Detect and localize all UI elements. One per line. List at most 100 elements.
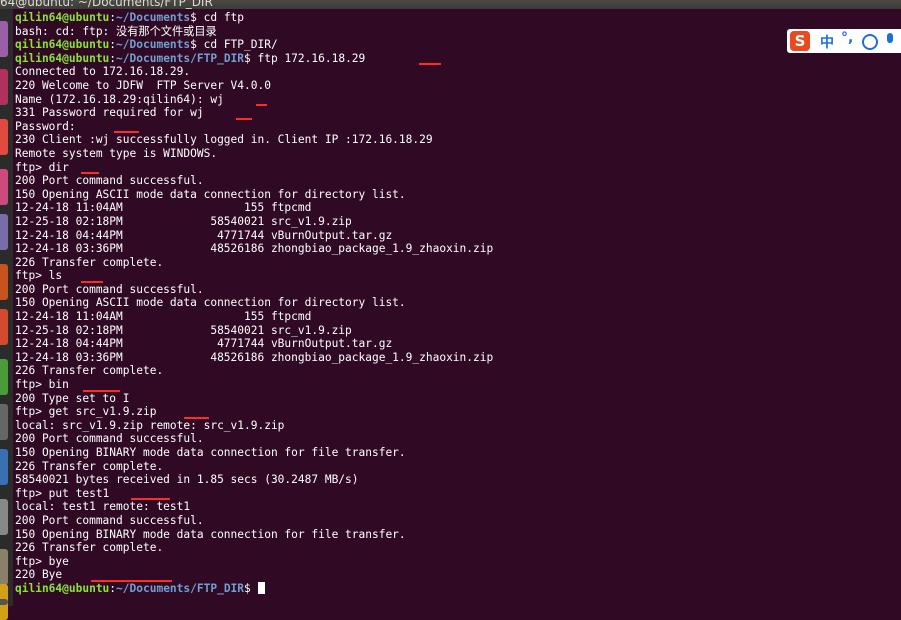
ime-toolbar[interactable]: S 中 °, (787, 29, 901, 53)
launcher-app-icon[interactable] (0, 359, 8, 395)
output-text: ftp> get src_v1.9.zip (15, 405, 157, 419)
launcher-app-icon[interactable] (0, 264, 8, 300)
output-line: ftp> bye (15, 555, 901, 569)
output-line: 200 Port command successful. (15, 432, 901, 446)
output-text: bash: cd: ftp: 没有那个文件或目录 (15, 24, 217, 38)
output-text: 230 Client :wj successfully logged in. C… (15, 133, 433, 147)
prompt-user: qilin64@ubuntu (15, 38, 110, 52)
window-titlebar[interactable]: 64@ubuntu: ~/Documents/FTP_DIR (0, 0, 901, 9)
terminal-output[interactable]: qilin64@ubuntu:~/Documents$ cd ftp bash: … (15, 11, 901, 606)
prompt-user: qilin64@ubuntu (15, 11, 110, 24)
launcher-app-icon[interactable] (0, 404, 8, 440)
output-text: ftp> bin (15, 378, 69, 392)
prompt-line: qilin64@ubuntu:~/Documents$ cd ftp (15, 11, 901, 25)
output-text: 150 Opening ASCII mode data connection f… (15, 187, 406, 201)
output-text: ftp> dir (15, 160, 69, 174)
output-line: 200 Port command successful. (15, 174, 901, 188)
output-text: 12-24-18 11:04AM 155 ftpcmd (15, 201, 312, 215)
launcher-app-icon[interactable] (0, 69, 8, 105)
output-line: ftp> dir (15, 161, 901, 175)
prompt-command: $ cd FTP_DIR/ (190, 38, 278, 52)
output-text: 331 Password required for wj (15, 106, 204, 120)
output-line: 200 Type set to I (15, 392, 901, 406)
output-text: 200 Port command successful. (15, 174, 204, 188)
output-line: local: test1 remote: test1 (15, 500, 901, 514)
ime-mode-chinese[interactable]: 中 (820, 32, 834, 52)
output-text: 200 Port command successful. (15, 513, 204, 527)
output-text: 12-24-18 11:04AM 155 ftpcmd (15, 310, 312, 324)
launcher-app-icon[interactable] (0, 449, 8, 485)
output-line: 12-25-18 02:18PM 58540021 src_v1.9.zip (15, 215, 901, 229)
output-text: Password: (15, 119, 76, 133)
launcher-app-icon[interactable] (0, 599, 8, 605)
output-line: 200 Port command successful. (15, 283, 901, 297)
prompt-user: qilin64@ubuntu (15, 51, 110, 65)
output-line: bash: cd: ftp: 没有那个文件或目录 (15, 25, 901, 39)
prompt-path: ~/Documents/FTP_DIR (116, 581, 245, 595)
output-line: 12-24-18 11:04AM 155 ftpcmd (15, 310, 901, 324)
output-line: 12-25-18 02:18PM 58540021 src_v1.9.zip (15, 324, 901, 338)
output-text: 220 Welcome to JDFW FTP Server V4.0.0 (15, 78, 271, 92)
text-cursor (257, 581, 265, 594)
output-line: 12-24-18 11:04AM 155 ftpcmd (15, 201, 901, 215)
launcher-app-icon[interactable] (0, 21, 8, 57)
output-line: 226 Transfer complete. (15, 541, 901, 555)
output-line: Name (172.16.18.29:qilin64): wj (15, 93, 901, 107)
output-text: 12-24-18 03:36PM 48526186 zhongbiao_pack… (15, 350, 494, 364)
output-text: Connected to 172.16.18.29. (15, 65, 191, 79)
output-text: 12-24-18 03:36PM 48526186 zhongbiao_pack… (15, 242, 494, 256)
prompt-path: ~/Documents (116, 11, 191, 24)
output-text: 200 Type set to I (15, 391, 130, 405)
prompt-path: ~/Documents (116, 38, 191, 52)
output-line: local: src_v1.9.zip remote: src_v1.9.zip (15, 419, 901, 433)
output-line: 331 Password required for wj (15, 106, 901, 120)
output-line: 200 Port command successful. (15, 514, 901, 528)
prompt-command: $ ftp 172.16.18.29 (244, 51, 366, 65)
launcher-app-icon[interactable] (0, 169, 8, 205)
output-text: 150 Opening BINARY mode data connection … (15, 527, 406, 541)
emoji-icon[interactable] (862, 34, 878, 50)
microphone-icon[interactable] (887, 33, 893, 43)
output-text: 150 Opening ASCII mode data connection f… (15, 296, 406, 310)
output-line: 150 Opening BINARY mode data connection … (15, 446, 901, 460)
launcher-app-icon[interactable] (0, 309, 8, 345)
ime-punctuation[interactable]: °, (841, 30, 853, 46)
output-line: ftp> bin (15, 378, 901, 392)
output-line: 226 Transfer complete. (15, 364, 901, 378)
output-line: 220 Welcome to JDFW FTP Server V4.0.0 (15, 79, 901, 93)
prompt-command: $ (244, 581, 258, 595)
output-text: local: src_v1.9.zip remote: src_v1.9.zip (15, 418, 285, 432)
output-text: 226 Transfer complete. (15, 459, 164, 473)
output-text: local: test1 remote: test1 (15, 500, 191, 514)
prompt-line: qilin64@ubuntu:~/Documents/FTP_DIR$ (15, 581, 901, 596)
launcher-app-icon[interactable] (0, 499, 8, 535)
sogou-logo-icon[interactable]: S (790, 31, 810, 51)
prompt-user: qilin64@ubuntu (15, 581, 110, 595)
output-line: Connected to 172.16.18.29. (15, 65, 901, 79)
output-line: 12-24-18 04:44PM 4771744 vBurnOutput.tar… (15, 229, 901, 243)
output-line: 58540021 bytes received in 1.85 secs (30… (15, 473, 901, 487)
output-line: 150 Opening BINARY mode data connection … (15, 528, 901, 542)
output-line: ftp> ls (15, 269, 901, 283)
output-text: Remote system type is WINDOWS. (15, 146, 218, 160)
unity-launcher (0, 9, 13, 620)
prompt-line: qilin64@ubuntu:~/Documents$ cd FTP_DIR/ (15, 38, 901, 52)
output-text: 226 Transfer complete. (15, 364, 164, 378)
output-line: ftp> put test1 (15, 487, 901, 501)
launcher-app-icon[interactable] (0, 119, 8, 155)
output-text: 58540021 bytes received in 1.85 secs (30… (15, 473, 359, 487)
output-text: ftp> ls (15, 269, 63, 283)
output-text: 12-25-18 02:18PM 58540021 src_v1.9.zip (15, 323, 352, 337)
output-text: 12-24-18 04:44PM 4771744 vBurnOutput.tar… (15, 337, 393, 351)
window-title: 64@ubuntu: ~/Documents/FTP_DIR (0, 0, 213, 9)
launcher-app-icon[interactable] (0, 214, 8, 250)
output-line: 230 Client :wj successfully logged in. C… (15, 133, 901, 147)
output-line: 12-24-18 04:44PM 4771744 vBurnOutput.tar… (15, 337, 901, 351)
output-text: Name (172.16.18.29:qilin64): wj (15, 92, 224, 106)
output-line: 12-24-18 03:36PM 48526186 zhongbiao_pack… (15, 242, 901, 256)
launcher-app-icon[interactable] (0, 549, 8, 585)
output-text: ftp> put test1 (15, 486, 110, 500)
output-text: 220 Bye (15, 568, 63, 582)
output-text: 200 Port command successful. (15, 432, 204, 446)
output-line: 226 Transfer complete. (15, 460, 901, 474)
